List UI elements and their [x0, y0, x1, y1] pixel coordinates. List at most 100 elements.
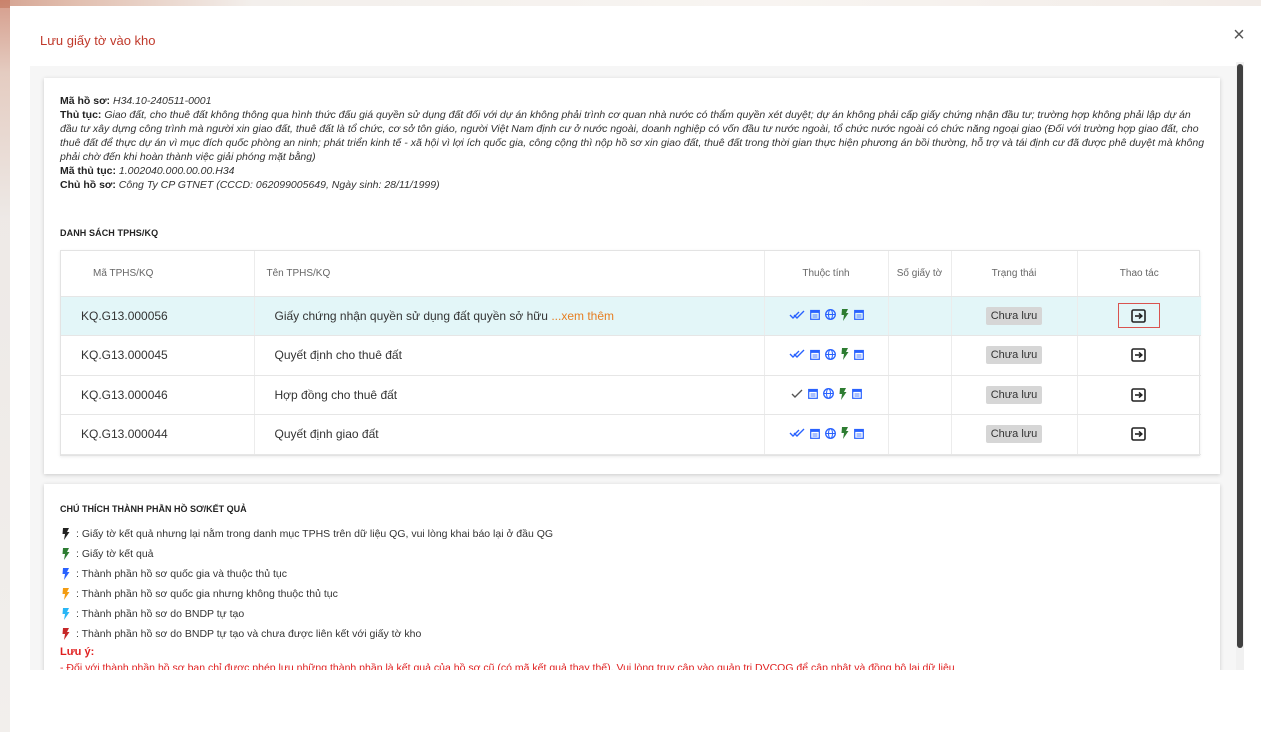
procedure-code-line: Mã thủ tục: 1.002040.000.00.00.H34	[60, 164, 1208, 178]
legend-item-text: : Thành phần hồ sơ do BNDP tự tạo	[76, 608, 245, 620]
save-to-store-button[interactable]	[1118, 343, 1160, 368]
file-info-card: Mã hồ sơ: H34.10-240511-0001 Thủ tục: Gi…	[44, 78, 1220, 474]
save-to-store-button[interactable]	[1118, 422, 1160, 447]
single-check-icon	[791, 389, 802, 398]
note-title: Lưu ý:	[60, 646, 95, 658]
bolt-icon	[62, 528, 70, 540]
file-code-label: Mã hồ sơ:	[60, 95, 111, 107]
doc-number-cell	[888, 375, 952, 415]
legend-item: : Thành phần hồ sơ quốc gia nhưng không …	[62, 584, 553, 604]
calendar-icon	[809, 428, 820, 439]
attributes-cell	[764, 414, 889, 455]
bolt-icon	[62, 588, 70, 600]
col-header-status: Trạng thái	[951, 251, 1078, 297]
document-name: Quyết định giao đất	[274, 427, 379, 442]
legend-title: CHÚ THÍCH THÀNH PHẦN HỒ SƠ/KẾT QUẢ	[60, 504, 247, 514]
status-badge: Chưa lưu	[985, 306, 1043, 325]
globe-icon	[824, 348, 836, 360]
bolt-icon	[841, 427, 848, 440]
legend-card: CHÚ THÍCH THÀNH PHẦN HỒ SƠ/KẾT QUẢ : Giấ…	[44, 484, 1220, 670]
attribute-icons	[789, 308, 864, 321]
procedure-line: Thủ tục: Giao đất, cho thuê đất không th…	[60, 108, 1208, 164]
col-header-code: Mã TPHS/KQ	[61, 251, 255, 297]
document-code: KQ.G13.000045	[61, 335, 255, 376]
actions-cell	[1077, 335, 1201, 376]
document-name-cell: Quyết định giao đất	[254, 414, 765, 455]
calendar-icon	[853, 428, 864, 439]
save-to-store-dialog: Lưu giấy tờ vào kho × Mã hồ sơ: H34.10-2…	[10, 6, 1261, 732]
legend-item: : Giấy tờ kết quả	[62, 544, 553, 564]
legend-item: : Thành phần hồ sơ do BNDP tự tạo	[62, 604, 553, 624]
doc-number-cell	[888, 335, 952, 376]
procedure-value: Giao đất, cho thuê đất không thông qua h…	[60, 109, 1205, 163]
bolt-icon	[62, 568, 70, 580]
calendar-icon	[809, 310, 820, 321]
document-name-cell: Hợp đồng cho thuê đất	[254, 375, 765, 415]
calendar-icon	[853, 310, 864, 321]
legend-item-text: : Thành phần hồ sơ quốc gia nhưng không …	[76, 588, 338, 600]
legend-item: : Giấy tờ kết quả nhưng lại nằm trong da…	[62, 524, 553, 544]
document-name: Hợp đồng cho thuê đất	[274, 387, 398, 402]
status-badge: Chưa lưu	[985, 385, 1043, 404]
bolt-icon	[841, 348, 848, 361]
owner-line: Chủ hồ sơ: Công Ty CP GTNET (CCCD: 06209…	[60, 178, 1208, 192]
document-name-cell: Giấy chứng nhận quyền sử dụng đất quyền …	[254, 296, 765, 336]
attributes-cell	[764, 335, 889, 376]
legend-item: : Thành phần hồ sơ do BNDP tự tạo và chư…	[62, 624, 553, 644]
procedure-label: Thủ tục:	[60, 109, 102, 121]
documents-table: Mã TPHS/KQ Tên TPHS/KQ Thuộc tính Số giấ…	[60, 250, 1201, 456]
file-info: Mã hồ sơ: H34.10-240511-0001 Thủ tục: Gi…	[60, 94, 1208, 192]
status-cell: Chưa lưu	[951, 414, 1078, 455]
calendar-icon	[851, 389, 862, 400]
legend-item-text: : Giấy tờ kết quả nhưng lại nằm trong da…	[76, 528, 554, 540]
bolt-icon	[62, 628, 70, 640]
double-check-icon	[789, 428, 804, 438]
dialog-title: Lưu giấy tờ vào kho	[40, 33, 156, 48]
col-header-attributes: Thuộc tính	[764, 251, 889, 297]
table-row[interactable]: KQ.G13.000044 Quyết định giao đất Chưa lưu	[61, 414, 1201, 455]
document-code: KQ.G13.000044	[61, 414, 255, 455]
status-cell: Chưa lưu	[951, 335, 1078, 376]
document-code: KQ.G13.000046	[61, 375, 255, 415]
attributes-cell	[764, 375, 889, 415]
legend-list: : Giấy tờ kết quả nhưng lại nằm trong da…	[62, 524, 553, 644]
table-header-row: Mã TPHS/KQ Tên TPHS/KQ Thuộc tính Số giấ…	[61, 251, 1201, 297]
list-title: DANH SÁCH TPHS/KQ	[60, 228, 159, 238]
table-row[interactable]: KQ.G13.000056 Giấy chứng nhận quyền sử dụ…	[61, 296, 1201, 336]
calendar-icon	[853, 349, 864, 360]
dialog-body: Mã hồ sơ: H34.10-240511-0001 Thủ tục: Gi…	[30, 66, 1240, 670]
globe-icon	[824, 309, 836, 321]
procedure-code-value: 1.002040.000.00.00.H34	[118, 165, 235, 177]
bolt-icon	[839, 387, 846, 400]
document-code: KQ.G13.000056	[61, 296, 255, 336]
status-cell: Chưa lưu	[951, 296, 1078, 336]
see-more-link[interactable]: ...xem thêm	[551, 309, 614, 323]
globe-icon	[822, 388, 834, 400]
table-row[interactable]: KQ.G13.000045 Quyết định cho thuê đất Chưa…	[61, 335, 1201, 376]
file-code-value: H34.10-240511-0001	[112, 95, 212, 107]
scrollbar-thumb[interactable]	[1237, 64, 1243, 648]
document-name: Quyết định cho thuê đất	[274, 348, 402, 363]
close-icon[interactable]: ×	[1228, 24, 1250, 46]
actions-cell	[1077, 296, 1201, 336]
double-check-icon	[789, 310, 804, 319]
save-to-store-button[interactable]	[1118, 303, 1161, 329]
actions-cell	[1077, 375, 1201, 415]
status-badge: Chưa lưu	[985, 346, 1043, 365]
legend-item-text: : Thành phần hồ sơ do BNDP tự tạo và chư…	[76, 628, 422, 640]
col-header-name: Tên TPHS/KQ	[254, 251, 765, 297]
procedure-code-label: Mã thủ tục:	[60, 165, 116, 177]
save-to-store-icon	[1131, 387, 1147, 402]
backdrop-left	[0, 0, 10, 732]
col-header-actions: Thao tác	[1077, 251, 1201, 297]
bolt-icon	[62, 548, 70, 560]
file-code-line: Mã hồ sơ: H34.10-240511-0001	[60, 94, 1208, 108]
save-to-store-button[interactable]	[1118, 382, 1160, 407]
bolt-icon	[62, 608, 70, 620]
status-cell: Chưa lưu	[951, 375, 1078, 415]
owner-label: Chủ hồ sơ:	[60, 179, 116, 191]
table-row[interactable]: KQ.G13.000046 Hợp đồng cho thuê đất Chưa l…	[61, 375, 1201, 415]
document-name-cell: Quyết định cho thuê đất	[254, 335, 765, 376]
attributes-cell	[764, 296, 889, 336]
owner-value: Công Ty CP GTNET (CCCD: 062099005649, Ng…	[118, 179, 440, 191]
